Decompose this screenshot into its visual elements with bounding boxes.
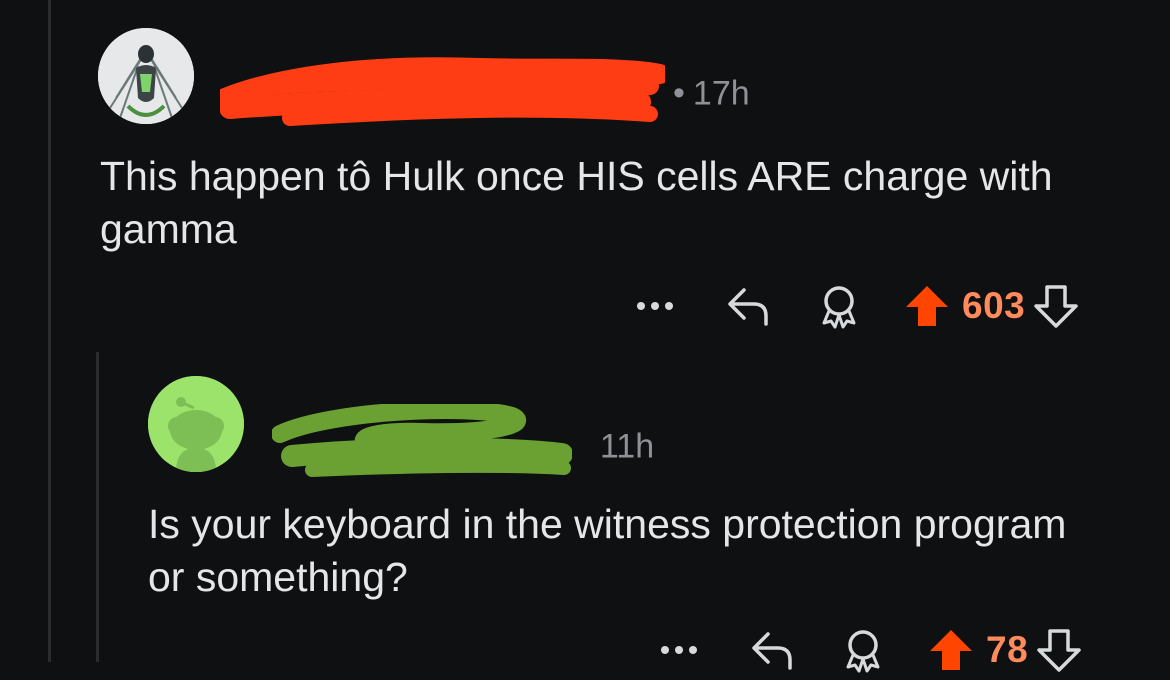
more-icon[interactable]: [630, 300, 680, 312]
reply-actions: 78: [654, 620, 1084, 680]
comment-actions: 603: [630, 276, 1081, 336]
avatar[interactable]: [98, 28, 194, 124]
vote-score: 603: [962, 285, 1026, 326]
reply-icon[interactable]: [748, 628, 798, 672]
reply-meta: •11h: [271, 401, 655, 493]
redacted-username: [215, 56, 670, 135]
thread-line: [48, 0, 51, 662]
reply-time: 11h: [599, 427, 655, 466]
comment-meta: • 17h: [215, 56, 750, 135]
meta-separator: •: [673, 74, 685, 113]
redacted-username: [271, 401, 573, 493]
downvote-icon[interactable]: [1034, 627, 1084, 673]
upvote-icon[interactable]: [926, 627, 976, 673]
award-icon[interactable]: [838, 627, 888, 673]
comment-body: This happen tô Hulk once HIS cells ARE c…: [100, 153, 1053, 252]
reply-thread-line: [96, 352, 99, 662]
more-icon[interactable]: [654, 644, 704, 656]
comment-time: 17h: [692, 74, 750, 113]
reply-icon[interactable]: [724, 284, 774, 328]
downvote-icon[interactable]: [1031, 283, 1081, 329]
snoo-avatar[interactable]: [148, 376, 244, 472]
vote-score: 78: [986, 629, 1029, 670]
upvote-icon[interactable]: [902, 283, 952, 329]
reply-body: Is your keyboard in the witness protecti…: [148, 501, 1067, 600]
award-icon[interactable]: [814, 283, 864, 329]
